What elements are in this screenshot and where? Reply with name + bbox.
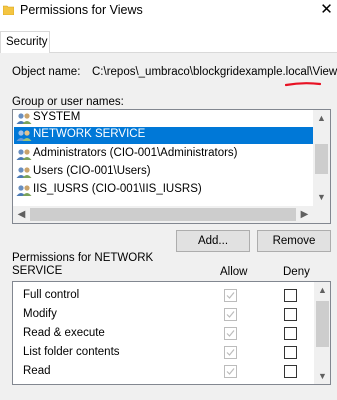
scroll-down-icon[interactable]: ▼ [313, 189, 330, 206]
allow-column-header: Allow [220, 266, 248, 278]
list-item-administrators[interactable]: Administrators (CIO-001\Administrators) [14, 146, 314, 163]
remove-button[interactable]: Remove [257, 230, 331, 252]
checkmark-icon [226, 368, 235, 375]
deny-checkbox[interactable] [284, 346, 297, 359]
permission-row-read: Read [13, 362, 313, 381]
checkmark-icon [226, 311, 235, 318]
permission-row-list-folder-contents: List folder contents [13, 343, 313, 362]
group-list-vertical-scrollbar[interactable]: ▲ ▼ [313, 110, 330, 206]
list-item-system[interactable]: SYSTEM [14, 110, 314, 127]
checkmark-icon [226, 349, 235, 356]
scroll-down-icon[interactable]: ▼ [314, 368, 330, 384]
scroll-right-icon[interactable]: ▶ [296, 206, 313, 223]
users-icon [16, 149, 32, 160]
users-icon [16, 185, 32, 196]
scroll-up-icon[interactable]: ▲ [313, 110, 330, 127]
tab-security[interactable]: Security [0, 31, 50, 53]
window-title: Permissions for Views [20, 3, 143, 17]
title-bar: Permissions for Views ✕ [0, 0, 337, 22]
folder-icon [3, 5, 14, 15]
allow-checkbox[interactable] [224, 327, 237, 340]
group-names-label: Group or user names: [12, 96, 124, 108]
scroll-up-icon[interactable]: ▲ [314, 282, 330, 299]
permission-label: Modify [23, 308, 57, 320]
permission-label: Read & execute [23, 327, 105, 339]
scroll-thumb[interactable] [30, 208, 296, 221]
list-item-label: SYSTEM [33, 111, 81, 123]
permission-row-modify: Modify [13, 305, 313, 324]
list-item-label: Users (CIO-001\Users) [33, 165, 151, 177]
users-icon [16, 167, 32, 178]
close-button[interactable]: ✕ [316, 0, 337, 22]
permissions-list[interactable]: Full control Modify Read & execute List … [12, 281, 331, 385]
permission-row-read-execute: Read & execute [13, 324, 313, 343]
permission-label: List folder contents [23, 346, 120, 358]
deny-checkbox[interactable] [284, 365, 297, 378]
permission-label: Full control [23, 289, 80, 301]
checkmark-icon [226, 330, 235, 337]
permission-label: Read [23, 365, 51, 377]
permission-row-full-control: Full control [13, 286, 313, 305]
list-item-label: Administrators (CIO-001\Administrators) [33, 147, 238, 159]
allow-checkbox[interactable] [224, 289, 237, 302]
scroll-thumb[interactable] [315, 144, 328, 174]
allow-checkbox[interactable] [224, 365, 237, 378]
object-name-value: C:\repos\_umbraco\blockgridexample.local… [92, 66, 337, 78]
group-user-list[interactable]: SYSTEM NETWORK SERVICE Administrators (C… [12, 109, 331, 224]
list-item-label: NETWORK SERVICE [33, 128, 146, 140]
deny-checkbox[interactable] [284, 289, 297, 302]
deny-checkbox[interactable] [284, 327, 297, 340]
scroll-thumb[interactable] [316, 301, 329, 347]
list-item-users[interactable]: Users (CIO-001\Users) [14, 164, 314, 181]
group-list-horizontal-scrollbar[interactable]: ◀ ▶ [13, 206, 313, 223]
deny-column-header: Deny [283, 266, 310, 278]
allow-checkbox[interactable] [224, 308, 237, 321]
add-button[interactable]: Add... [176, 230, 250, 252]
users-icon [16, 130, 32, 141]
checkmark-icon [226, 292, 235, 299]
permissions-vertical-scrollbar[interactable]: ▲ ▼ [314, 282, 330, 384]
list-item-label: IIS_IUSRS (CIO-001\IIS_IUSRS) [33, 183, 202, 195]
list-item-iis-iusrs[interactable]: IIS_IUSRS (CIO-001\IIS_IUSRS) [14, 182, 314, 199]
tab-security-label: Security [6, 36, 48, 48]
list-item-network-service[interactable]: NETWORK SERVICE [14, 127, 314, 144]
deny-checkbox[interactable] [284, 308, 297, 321]
permissions-for-label: Permissions for NETWORK SERVICE [12, 252, 154, 277]
scroll-corner [313, 206, 330, 223]
scroll-left-icon[interactable]: ◀ [13, 206, 30, 223]
allow-checkbox[interactable] [224, 346, 237, 359]
users-icon [16, 113, 32, 124]
object-name-label: Object name: [12, 66, 81, 78]
red-underline-annotation [285, 82, 321, 87]
